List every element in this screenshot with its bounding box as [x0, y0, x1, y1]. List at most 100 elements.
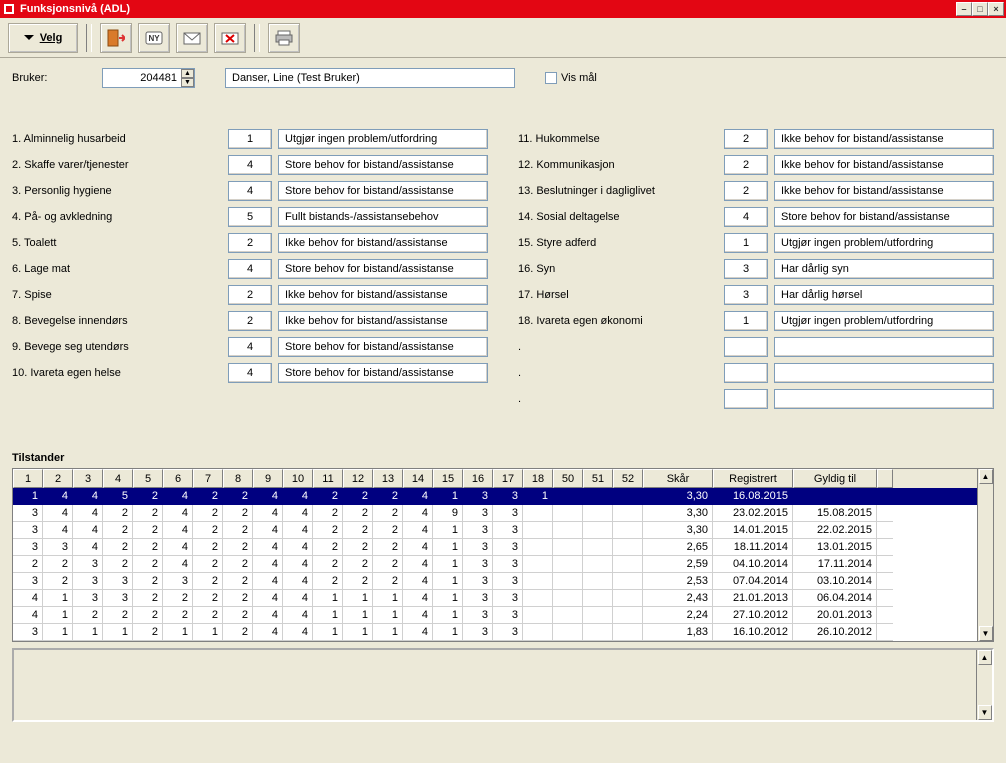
table-header[interactable]: 17: [493, 469, 523, 488]
adl-score-input[interactable]: 1: [228, 129, 272, 149]
bruker-name-field[interactable]: Danser, Line (Test Bruker): [225, 68, 515, 88]
adl-desc-field[interactable]: [774, 389, 994, 409]
table-header[interactable]: 51: [583, 469, 613, 488]
delete-button[interactable]: [214, 23, 246, 53]
table-header[interactable]: 12: [343, 469, 373, 488]
table-header[interactable]: 9: [253, 469, 283, 488]
table-header[interactable]: 7: [193, 469, 223, 488]
close-button[interactable]: ×: [988, 2, 1004, 16]
adl-score-input[interactable]: 3: [724, 285, 768, 305]
table-header[interactable]: Registrert: [713, 469, 793, 488]
adl-desc-field[interactable]: Ikke behov for bistand/assistanse: [774, 155, 994, 175]
table-header[interactable]: 2: [43, 469, 73, 488]
exit-button[interactable]: [100, 23, 132, 53]
adl-score-input[interactable]: [724, 337, 768, 357]
adl-desc-field[interactable]: Ikke behov for bistand/assistanse: [278, 285, 488, 305]
table-header[interactable]: 52: [613, 469, 643, 488]
memo-vertical-scrollbar[interactable]: ▲ ▼: [976, 650, 992, 720]
table-header[interactable]: 11: [313, 469, 343, 488]
table-header[interactable]: 5: [133, 469, 163, 488]
table-header[interactable]: Gyldig til: [793, 469, 877, 488]
adl-score-input[interactable]: 4: [228, 181, 272, 201]
adl-desc-field[interactable]: Utgjør ingen problem/utfordring: [774, 233, 994, 253]
spin-down-icon[interactable]: ▼: [181, 78, 194, 87]
adl-desc-field[interactable]: Utgjør ingen problem/utfordring: [774, 311, 994, 331]
adl-score-input[interactable]: [724, 389, 768, 409]
scroll-up-icon[interactable]: ▲: [979, 469, 993, 484]
table-cell: 20.01.2013: [793, 607, 877, 624]
print-button[interactable]: [268, 23, 300, 53]
table-row[interactable]: 344224224422249333,3023.02.201515.08.201…: [13, 505, 993, 522]
adl-score-input[interactable]: 2: [724, 129, 768, 149]
table-row[interactable]: 334224224422241332,6518.11.201413.01.201…: [13, 539, 993, 556]
table-row[interactable]: 223224224422241332,5904.10.201417.11.201…: [13, 556, 993, 573]
table-row[interactable]: 413322224411141332,4321.01.201306.04.201…: [13, 590, 993, 607]
adl-score-input[interactable]: 4: [228, 259, 272, 279]
table-header[interactable]: 3: [73, 469, 103, 488]
table-cell: 3: [13, 505, 43, 522]
adl-score-input[interactable]: 2: [228, 285, 272, 305]
adl-desc-field[interactable]: [774, 337, 994, 357]
adl-desc-field[interactable]: Store behov for bistand/assistanse: [278, 259, 488, 279]
table-vertical-scrollbar[interactable]: ▲ ▼: [977, 469, 993, 641]
table-header[interactable]: 4: [103, 469, 133, 488]
adl-desc-field[interactable]: Ikke behov for bistand/assistanse: [278, 311, 488, 331]
adl-score-input[interactable]: 3: [724, 259, 768, 279]
minimize-button[interactable]: –: [956, 2, 972, 16]
table-row[interactable]: 311121124411141331,8316.10.201226.10.201…: [13, 624, 993, 641]
table-header[interactable]: 6: [163, 469, 193, 488]
maximize-button[interactable]: □: [972, 2, 988, 16]
adl-score-input[interactable]: 2: [228, 233, 272, 253]
adl-score-input[interactable]: 4: [228, 155, 272, 175]
adl-score-input[interactable]: 2: [228, 311, 272, 331]
adl-score-input[interactable]: 4: [228, 337, 272, 357]
scroll-down-icon[interactable]: ▼: [978, 705, 992, 720]
adl-desc-field[interactable]: Store behov for bistand/assistanse: [774, 207, 994, 227]
table-header[interactable]: 14: [403, 469, 433, 488]
adl-score-input[interactable]: 5: [228, 207, 272, 227]
adl-score-input[interactable]: 1: [724, 311, 768, 331]
table-header[interactable]: 50: [553, 469, 583, 488]
table-row[interactable]: 344224224422241333,3014.01.201522.02.201…: [13, 522, 993, 539]
adl-desc-field[interactable]: Store behov for bistand/assistanse: [278, 337, 488, 357]
mail-button[interactable]: [176, 23, 208, 53]
adl-desc-field[interactable]: Fullt bistands-/assistansebehov: [278, 207, 488, 227]
velg-menu-button[interactable]: Velg: [8, 23, 78, 53]
table-header[interactable]: 1: [13, 469, 43, 488]
adl-desc-field[interactable]: Store behov for bistand/assistanse: [278, 181, 488, 201]
scroll-down-icon[interactable]: ▼: [979, 626, 993, 641]
adl-desc-field[interactable]: [774, 363, 994, 383]
scroll-up-icon[interactable]: ▲: [978, 650, 992, 665]
table-header[interactable]: 18: [523, 469, 553, 488]
adl-desc-field[interactable]: Store behov for bistand/assistanse: [278, 363, 488, 383]
adl-score-input[interactable]: 1: [724, 233, 768, 253]
adl-score-input[interactable]: 4: [724, 207, 768, 227]
new-button[interactable]: NY: [138, 23, 170, 53]
table-header[interactable]: Skår: [643, 469, 713, 488]
adl-desc-field[interactable]: Utgjør ingen problem/utfordring: [278, 129, 488, 149]
table-header[interactable]: 10: [283, 469, 313, 488]
adl-desc-field[interactable]: Ikke behov for bistand/assistanse: [774, 129, 994, 149]
adl-score-input[interactable]: [724, 363, 768, 383]
bruker-id-field[interactable]: [103, 69, 181, 87]
table-row[interactable]: 1445242244222413313,3016.08.2015: [13, 488, 993, 505]
adl-desc-field[interactable]: Har dårlig syn: [774, 259, 994, 279]
table-row[interactable]: 323323224422241332,5307.04.201403.10.201…: [13, 573, 993, 590]
bruker-id-input[interactable]: ▲ ▼: [102, 68, 195, 88]
adl-desc-field[interactable]: Har dårlig hørsel: [774, 285, 994, 305]
spin-up-icon[interactable]: ▲: [181, 69, 194, 78]
adl-score-input[interactable]: 2: [724, 155, 768, 175]
table-header[interactable]: 13: [373, 469, 403, 488]
table-header[interactable]: 16: [463, 469, 493, 488]
table-header[interactable]: 15: [433, 469, 463, 488]
adl-desc-field[interactable]: Store behov for bistand/assistanse: [278, 155, 488, 175]
table-cell: 2: [223, 624, 253, 641]
vis-mal-checkbox[interactable]: Vis mål: [545, 72, 597, 84]
table-row[interactable]: 412222224411141332,2427.10.201220.01.201…: [13, 607, 993, 624]
adl-score-input[interactable]: 4: [228, 363, 272, 383]
adl-desc-field[interactable]: Ikke behov for bistand/assistanse: [278, 233, 488, 253]
memo-textarea[interactable]: ▲ ▼: [12, 648, 994, 722]
adl-desc-field[interactable]: Ikke behov for bistand/assistanse: [774, 181, 994, 201]
adl-score-input[interactable]: 2: [724, 181, 768, 201]
table-header[interactable]: 8: [223, 469, 253, 488]
